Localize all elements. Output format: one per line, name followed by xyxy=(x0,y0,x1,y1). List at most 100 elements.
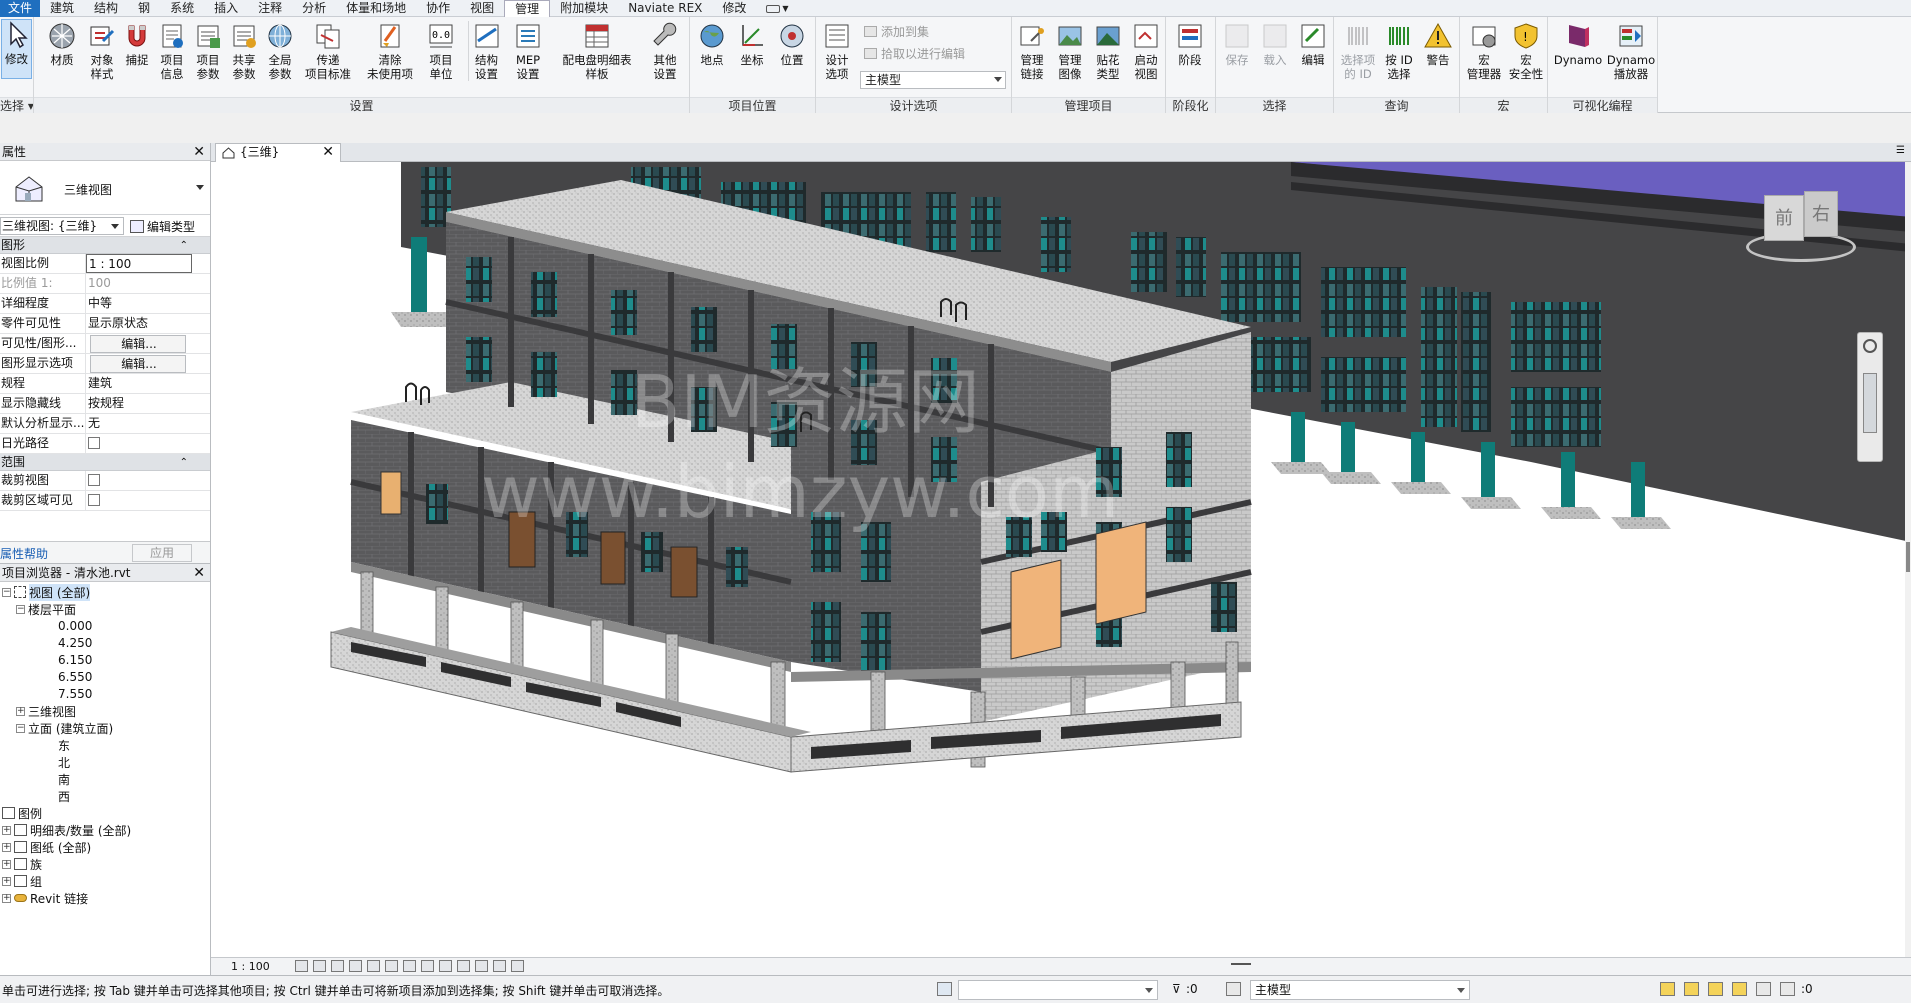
temporary-hide-icon[interactable] xyxy=(439,960,452,972)
panel-schedule-templates-button[interactable]: 配电盘明细表 样板 xyxy=(552,21,642,81)
collapse-icon[interactable]: − xyxy=(16,604,25,614)
materials-button[interactable]: 材质 xyxy=(44,21,80,67)
project-units-button[interactable]: 0.0 项目 单位 xyxy=(424,21,458,81)
apply-button[interactable]: 应用 xyxy=(132,544,192,562)
analytical-model-icon[interactable] xyxy=(475,960,488,972)
zoom-icon[interactable] xyxy=(1863,373,1877,433)
tab-insert[interactable]: 插入 xyxy=(204,0,248,17)
tree-node-3d-views[interactable]: + 三维视图 xyxy=(16,703,76,719)
viewcube-front-face[interactable]: 前 xyxy=(1764,195,1804,241)
ids-of-selection-button[interactable]: 选择项 的 ID xyxy=(1338,21,1378,81)
tree-node-level[interactable]: 6.150 xyxy=(58,652,92,668)
unlocked-3d-icon[interactable] xyxy=(421,960,434,972)
transfer-standards-button[interactable]: 传递 项目标准 xyxy=(300,21,356,81)
dynamo-button[interactable]: Dynamo xyxy=(1552,21,1604,67)
tab-analyze[interactable]: 分析 xyxy=(292,0,336,17)
close-icon[interactable]: ✕ xyxy=(322,144,334,161)
viewcube[interactable]: 前 右 xyxy=(1746,187,1856,267)
design-options-button[interactable]: 设计 选项 xyxy=(820,21,854,81)
viewcube-right-face[interactable]: 右 xyxy=(1804,191,1838,237)
section-graphics[interactable]: 图形 ⌃ xyxy=(0,237,210,254)
location-button[interactable]: 地点 xyxy=(694,21,730,67)
ribbon-display-toggle[interactable]: ▼ xyxy=(756,0,798,17)
vg-edit-button[interactable]: 编辑... xyxy=(90,335,186,353)
reveal-hidden-icon[interactable] xyxy=(457,960,470,972)
highlight-displacement-icon[interactable] xyxy=(493,960,506,972)
design-option-combo[interactable]: 主模型 xyxy=(860,71,1006,89)
shared-parameters-button[interactable]: 共享 参数 xyxy=(228,21,260,81)
scroll-thumb[interactable] xyxy=(1906,542,1910,572)
starting-view-button[interactable]: 启动 视图 xyxy=(1128,21,1164,81)
tree-node-elevation[interactable]: 东 xyxy=(58,737,70,753)
show-crop-icon[interactable] xyxy=(403,960,416,972)
expand-icon[interactable]: + xyxy=(16,706,25,716)
expand-icon[interactable]: + xyxy=(2,859,11,869)
type-selector[interactable]: 三维视图 xyxy=(0,161,210,215)
discipline-value[interactable]: 建筑 xyxy=(86,374,192,393)
collapse-icon[interactable]: − xyxy=(2,587,11,597)
tree-node-sheets[interactable]: + 图纸 (全部) xyxy=(2,839,91,855)
select-underlay-icon[interactable] xyxy=(1684,982,1699,996)
analysis-display-value[interactable]: 无 xyxy=(86,414,192,433)
global-parameters-button[interactable]: 全局 参数 xyxy=(264,21,296,81)
close-icon[interactable]: ✕ xyxy=(193,143,205,161)
tree-node-floor-plans[interactable]: − 楼层平面 xyxy=(16,601,76,617)
tab-steel[interactable]: 钢 xyxy=(128,0,160,17)
tree-node-revit-links[interactable]: + Revit 链接 xyxy=(2,890,88,906)
expand-icon[interactable]: + xyxy=(2,825,11,835)
tab-structure[interactable]: 结构 xyxy=(84,0,128,17)
collapse-icon[interactable]: − xyxy=(16,723,25,733)
tab-modify[interactable]: 修改 xyxy=(712,0,756,17)
mep-settings-button[interactable]: MEP 设置 xyxy=(508,21,548,81)
parts-visibility-value[interactable]: 显示原状态 xyxy=(86,314,192,333)
horizontal-scroll-thumb[interactable] xyxy=(1231,963,1251,965)
coordinates-button[interactable]: 坐标 xyxy=(734,21,770,67)
tree-node-elevations[interactable]: − 立面 (建筑立面) xyxy=(16,720,113,736)
tree-node-level[interactable]: 7.550 xyxy=(58,686,92,702)
modify-button[interactable]: 修改 xyxy=(1,19,32,79)
expand-icon[interactable]: + xyxy=(2,893,11,903)
expand-icon[interactable]: + xyxy=(2,842,11,852)
filter-icon[interactable] xyxy=(1780,982,1795,996)
position-button[interactable]: 位置 xyxy=(774,21,810,67)
tab-architecture[interactable]: 建筑 xyxy=(40,0,84,17)
tree-node-elevation[interactable]: 北 xyxy=(58,754,70,770)
tree-node-families[interactable]: + 族 xyxy=(2,856,42,872)
vertical-scrollbar[interactable] xyxy=(1905,162,1911,957)
project-info-button[interactable]: 项目 信息 xyxy=(156,21,188,81)
tree-node-views[interactable]: − 视图 (全部) xyxy=(2,583,91,601)
select-pinned-icon[interactable] xyxy=(1708,982,1723,996)
tree-node-level[interactable]: 6.550 xyxy=(58,669,92,685)
edit-type-button[interactable]: 编辑类型 xyxy=(130,218,195,235)
expand-icon[interactable]: + xyxy=(2,876,11,886)
tab-file[interactable]: 文件 xyxy=(0,0,41,17)
project-parameters-button[interactable]: 项目 参数 xyxy=(192,21,224,81)
tree-node-level[interactable]: 0.000 xyxy=(58,618,92,634)
workset-combo[interactable] xyxy=(958,980,1158,1000)
tree-node-elevation[interactable]: 西 xyxy=(58,788,70,804)
properties-help-link[interactable]: 属性帮助 xyxy=(0,545,48,562)
shadows-icon[interactable] xyxy=(349,960,362,972)
crop-visible-checkbox[interactable] xyxy=(88,494,100,506)
tab-naviate-rex[interactable]: Naviate REX xyxy=(618,0,712,17)
view-scale-button[interactable]: 1 : 100 xyxy=(231,960,270,973)
tab-list-icon[interactable]: ☰ xyxy=(1896,145,1905,156)
detail-level-value[interactable]: 中等 xyxy=(86,294,192,313)
crop-view-icon[interactable] xyxy=(385,960,398,972)
tree-node-legends[interactable]: 图例 xyxy=(2,805,42,821)
select-by-id-button[interactable]: 按 ID 选择 xyxy=(1380,21,1418,81)
manage-links-button[interactable]: 管理 链接 xyxy=(1014,21,1050,81)
tree-node-schedules[interactable]: + 明细表/数量 (全部) xyxy=(2,822,131,838)
additional-settings-button[interactable]: 其他 设置 xyxy=(646,21,684,81)
panel-select-label[interactable]: 选择 ▾ xyxy=(0,97,33,113)
view-tab-3d[interactable]: {三维} ✕ xyxy=(215,143,341,162)
warnings-button[interactable]: 警告 xyxy=(1420,21,1456,67)
purge-unused-button[interactable]: 清除 未使用项 xyxy=(360,21,420,81)
pick-to-edit-button[interactable]: 拾取以进行编辑 xyxy=(864,45,965,62)
macro-security-button[interactable]: ! 宏 安全性 xyxy=(1506,21,1546,81)
tab-massing-site[interactable]: 体量和场地 xyxy=(336,0,416,17)
crop-view-checkbox[interactable] xyxy=(88,474,100,486)
view-selector-dropdown[interactable]: 三维视图: {三维} xyxy=(0,217,124,235)
active-design-option-combo[interactable]: 主模型 xyxy=(1250,980,1470,1000)
worksets-icon[interactable] xyxy=(937,982,952,996)
